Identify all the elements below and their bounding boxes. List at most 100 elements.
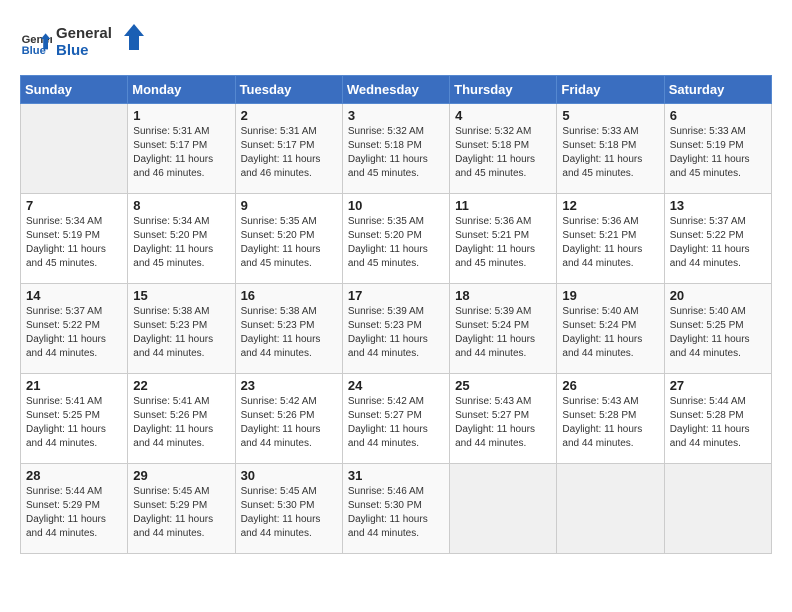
day-info: Sunrise: 5:37 AM Sunset: 5:22 PM Dayligh… xyxy=(670,215,766,271)
day-info: Sunrise: 5:41 AM Sunset: 5:26 PM Dayligh… xyxy=(133,395,229,451)
day-cell: 29 Sunrise: 5:45 AM Sunset: 5:29 PM Dayli… xyxy=(128,464,235,554)
day-number: 26 xyxy=(562,378,658,393)
day-cell: 8Sunrise: 5:34 AM Sunset: 5:20 PM Daylig… xyxy=(128,194,235,284)
day-number: 6 xyxy=(670,108,766,123)
day-number: 25 xyxy=(455,378,551,393)
day-cell: 21 Sunrise: 5:41 AM Sunset: 5:25 PM Dayli… xyxy=(21,374,128,464)
day-info: Sunrise: 5:41 AM Sunset: 5:25 PM Dayligh… xyxy=(26,395,122,451)
day-info: Sunrise: 5:43 AM Sunset: 5:28 PM Dayligh… xyxy=(562,395,658,451)
day-cell: 11 Sunrise: 5:36 AM Sunset: 5:21 PM Dayli… xyxy=(450,194,557,284)
day-info: Sunrise: 5:31 AM Sunset: 5:17 PM Dayligh… xyxy=(133,125,229,181)
day-cell: 31 Sunrise: 5:46 AM Sunset: 5:30 PM Dayli… xyxy=(342,464,449,554)
day-number: 19 xyxy=(562,288,658,303)
day-info: Sunrise: 5:45 AM Sunset: 5:30 PM Dayligh… xyxy=(241,485,337,541)
day-cell: 15 Sunrise: 5:38 AM Sunset: 5:23 PM Dayli… xyxy=(128,284,235,374)
day-number: 10 xyxy=(348,198,444,213)
day-info: Sunrise: 5:36 AM Sunset: 5:21 PM Dayligh… xyxy=(455,215,551,271)
day-number: 21 xyxy=(26,378,122,393)
day-cell: 12Sunrise: 5:36 AM Sunset: 5:21 PM Dayli… xyxy=(557,194,664,284)
day-info: Sunrise: 5:38 AM Sunset: 5:23 PM Dayligh… xyxy=(241,305,337,361)
day-cell: 6Sunrise: 5:33 AM Sunset: 5:19 PM Daylig… xyxy=(664,104,771,194)
logo-svg: General Blue xyxy=(56,20,146,60)
day-number: 12 xyxy=(562,198,658,213)
day-number: 22 xyxy=(133,378,229,393)
day-number: 23 xyxy=(241,378,337,393)
day-number: 16 xyxy=(241,288,337,303)
day-info: Sunrise: 5:44 AM Sunset: 5:29 PM Dayligh… xyxy=(26,485,122,541)
day-info: Sunrise: 5:39 AM Sunset: 5:23 PM Dayligh… xyxy=(348,305,444,361)
day-info: Sunrise: 5:34 AM Sunset: 5:19 PM Dayligh… xyxy=(26,215,122,271)
day-info: Sunrise: 5:35 AM Sunset: 5:20 PM Dayligh… xyxy=(348,215,444,271)
day-cell xyxy=(450,464,557,554)
page-header: General Blue General Blue xyxy=(20,20,772,65)
day-cell: 26 Sunrise: 5:43 AM Sunset: 5:28 PM Dayli… xyxy=(557,374,664,464)
day-cell: 23 Sunrise: 5:42 AM Sunset: 5:26 PM Dayli… xyxy=(235,374,342,464)
day-cell: 27 Sunrise: 5:44 AM Sunset: 5:28 PM Dayli… xyxy=(664,374,771,464)
day-info: Sunrise: 5:34 AM Sunset: 5:20 PM Dayligh… xyxy=(133,215,229,271)
day-cell: 16 Sunrise: 5:38 AM Sunset: 5:23 PM Dayli… xyxy=(235,284,342,374)
day-info: Sunrise: 5:39 AM Sunset: 5:24 PM Dayligh… xyxy=(455,305,551,361)
day-cell: 18 Sunrise: 5:39 AM Sunset: 5:24 PM Dayli… xyxy=(450,284,557,374)
week-row-4: 21 Sunrise: 5:41 AM Sunset: 5:25 PM Dayli… xyxy=(21,374,772,464)
week-row-2: 7 Sunrise: 5:34 AM Sunset: 5:19 PM Daylig… xyxy=(21,194,772,284)
day-number: 29 xyxy=(133,468,229,483)
day-number: 9 xyxy=(241,198,337,213)
day-info: Sunrise: 5:31 AM Sunset: 5:17 PM Dayligh… xyxy=(241,125,337,181)
week-row-3: 14Sunrise: 5:37 AM Sunset: 5:22 PM Dayli… xyxy=(21,284,772,374)
day-number: 3 xyxy=(348,108,444,123)
day-number: 13 xyxy=(670,198,766,213)
day-number: 14 xyxy=(26,288,122,303)
day-number: 17 xyxy=(348,288,444,303)
day-cell: 9 Sunrise: 5:35 AM Sunset: 5:20 PM Daylig… xyxy=(235,194,342,284)
day-cell: 1 Sunrise: 5:31 AM Sunset: 5:17 PM Daylig… xyxy=(128,104,235,194)
day-number: 20 xyxy=(670,288,766,303)
day-info: Sunrise: 5:35 AM Sunset: 5:20 PM Dayligh… xyxy=(241,215,337,271)
day-number: 27 xyxy=(670,378,766,393)
day-cell: 13 Sunrise: 5:37 AM Sunset: 5:22 PM Dayli… xyxy=(664,194,771,284)
day-info: Sunrise: 5:42 AM Sunset: 5:27 PM Dayligh… xyxy=(348,395,444,451)
day-number: 4 xyxy=(455,108,551,123)
day-info: Sunrise: 5:44 AM Sunset: 5:28 PM Dayligh… xyxy=(670,395,766,451)
svg-text:General: General xyxy=(56,25,112,42)
day-number: 11 xyxy=(455,198,551,213)
day-cell: 30 Sunrise: 5:45 AM Sunset: 5:30 PM Dayli… xyxy=(235,464,342,554)
day-number: 31 xyxy=(348,468,444,483)
calendar-table: SundayMondayTuesdayWednesdayThursdayFrid… xyxy=(20,75,772,554)
day-number: 5 xyxy=(562,108,658,123)
day-number: 1 xyxy=(133,108,229,123)
day-number: 7 xyxy=(26,198,122,213)
day-cell: 19Sunrise: 5:40 AM Sunset: 5:24 PM Dayli… xyxy=(557,284,664,374)
day-number: 28 xyxy=(26,468,122,483)
day-cell: 17 Sunrise: 5:39 AM Sunset: 5:23 PM Dayli… xyxy=(342,284,449,374)
day-number: 18 xyxy=(455,288,551,303)
day-cell: 10 Sunrise: 5:35 AM Sunset: 5:20 PM Dayli… xyxy=(342,194,449,284)
day-cell: 7 Sunrise: 5:34 AM Sunset: 5:19 PM Daylig… xyxy=(21,194,128,284)
col-header-saturday: Saturday xyxy=(664,76,771,104)
header-row: SundayMondayTuesdayWednesdayThursdayFrid… xyxy=(21,76,772,104)
day-cell: 22 Sunrise: 5:41 AM Sunset: 5:26 PM Dayli… xyxy=(128,374,235,464)
day-cell xyxy=(21,104,128,194)
col-header-friday: Friday xyxy=(557,76,664,104)
day-cell: 24 Sunrise: 5:42 AM Sunset: 5:27 PM Dayli… xyxy=(342,374,449,464)
col-header-monday: Monday xyxy=(128,76,235,104)
day-cell: 25Sunrise: 5:43 AM Sunset: 5:27 PM Dayli… xyxy=(450,374,557,464)
svg-text:Blue: Blue xyxy=(22,45,46,57)
day-number: 2 xyxy=(241,108,337,123)
day-number: 30 xyxy=(241,468,337,483)
day-info: Sunrise: 5:40 AM Sunset: 5:25 PM Dayligh… xyxy=(670,305,766,361)
day-info: Sunrise: 5:42 AM Sunset: 5:26 PM Dayligh… xyxy=(241,395,337,451)
day-info: Sunrise: 5:33 AM Sunset: 5:18 PM Dayligh… xyxy=(562,125,658,181)
day-cell: 20 Sunrise: 5:40 AM Sunset: 5:25 PM Dayli… xyxy=(664,284,771,374)
day-number: 24 xyxy=(348,378,444,393)
day-number: 15 xyxy=(133,288,229,303)
day-info: Sunrise: 5:46 AM Sunset: 5:30 PM Dayligh… xyxy=(348,485,444,541)
col-header-wednesday: Wednesday xyxy=(342,76,449,104)
day-info: Sunrise: 5:38 AM Sunset: 5:23 PM Dayligh… xyxy=(133,305,229,361)
day-info: Sunrise: 5:32 AM Sunset: 5:18 PM Dayligh… xyxy=(455,125,551,181)
week-row-1: 1 Sunrise: 5:31 AM Sunset: 5:17 PM Daylig… xyxy=(21,104,772,194)
day-info: Sunrise: 5:45 AM Sunset: 5:29 PM Dayligh… xyxy=(133,485,229,541)
day-cell xyxy=(664,464,771,554)
logo-icon: General Blue xyxy=(20,27,52,59)
day-cell: 3Sunrise: 5:32 AM Sunset: 5:18 PM Daylig… xyxy=(342,104,449,194)
col-header-thursday: Thursday xyxy=(450,76,557,104)
